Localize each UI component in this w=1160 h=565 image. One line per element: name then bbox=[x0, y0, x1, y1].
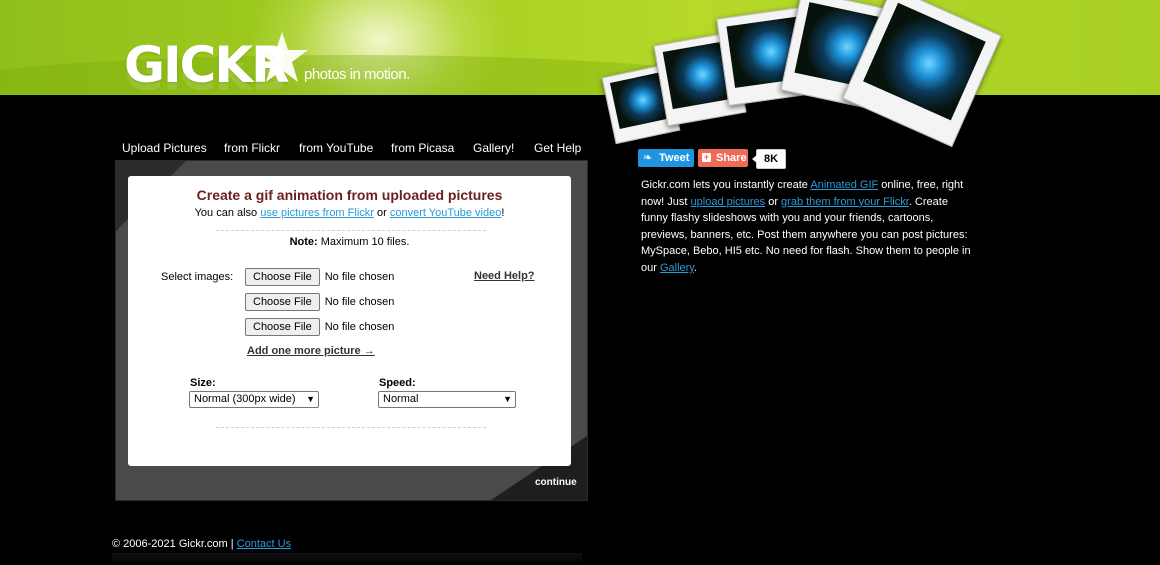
subtitle-text: You can also bbox=[194, 207, 261, 219]
divider bbox=[216, 427, 486, 428]
choose-file-button[interactable]: Choose File bbox=[245, 293, 320, 311]
tweet-label: Tweet bbox=[659, 152, 690, 164]
site-description: Gickr.com lets you instantly create Anim… bbox=[641, 177, 971, 277]
divider bbox=[216, 230, 486, 231]
desc-text: or bbox=[765, 195, 782, 208]
select-images-label: Select images: bbox=[161, 271, 234, 283]
animated-gif-link[interactable]: Animated GIF bbox=[810, 179, 878, 191]
file-status: No file chosen bbox=[324, 271, 395, 283]
twitter-icon: ❧ bbox=[643, 152, 653, 164]
file-input[interactable]: Choose File No file chosen bbox=[245, 293, 394, 311]
nav-get-help[interactable]: Get Help bbox=[534, 141, 581, 155]
continue-button[interactable]: continue bbox=[535, 477, 577, 488]
choose-file-button[interactable]: Choose File bbox=[245, 318, 320, 336]
plus-icon: + bbox=[702, 152, 711, 162]
upload-form: Create a gif animation from uploaded pic… bbox=[128, 176, 571, 466]
size-select[interactable]: Normal (300px wide) ▼ bbox=[189, 391, 319, 408]
share-count-badge: 8K bbox=[752, 149, 786, 169]
note-body: Maximum 10 files. bbox=[317, 236, 410, 248]
logo-reflection: GICKR bbox=[124, 63, 288, 95]
chevron-down-icon: ▼ bbox=[503, 394, 512, 404]
share-button[interactable]: + Share bbox=[698, 149, 748, 167]
subtitle-text: ! bbox=[501, 207, 505, 219]
speed-label: Speed: bbox=[379, 377, 416, 389]
logo-tagline: photos in motion. bbox=[304, 66, 410, 83]
desc-text: Gickr.com lets you instantly create bbox=[641, 179, 811, 191]
note-label: Note: bbox=[289, 236, 318, 248]
tweet-button[interactable]: ❧ Tweet bbox=[638, 149, 694, 167]
speed-select-value: Normal bbox=[383, 393, 419, 405]
size-label: Size: bbox=[190, 377, 216, 389]
add-more-picture-link[interactable]: Add one more picture → bbox=[247, 345, 375, 357]
chevron-down-icon: ▼ bbox=[306, 394, 315, 404]
flickr-link[interactable]: use pictures from Flickr bbox=[260, 207, 374, 219]
subtitle-text: or bbox=[373, 207, 390, 219]
nav-from-flickr[interactable]: from Flickr bbox=[224, 141, 280, 155]
upload-pictures-link[interactable]: upload pictures bbox=[691, 196, 766, 208]
nav-from-youtube[interactable]: from YouTube bbox=[299, 141, 373, 155]
gallery-link[interactable]: Gallery bbox=[660, 262, 694, 274]
desc-text: . bbox=[694, 261, 698, 274]
nav-from-picasa[interactable]: from Picasa bbox=[391, 141, 454, 155]
form-title: Create a gif animation from uploaded pic… bbox=[196, 187, 503, 203]
file-status: No file chosen bbox=[324, 321, 395, 333]
note-text: Note: Maximum 10 files. bbox=[128, 236, 571, 248]
choose-file-button[interactable]: Choose File bbox=[245, 268, 320, 286]
nav-upload-pictures[interactable]: Upload Pictures bbox=[122, 141, 207, 155]
form-subtitle: You can also use pictures from Flickr or… bbox=[128, 207, 571, 219]
contact-us-link[interactable]: Contact Us bbox=[237, 538, 291, 550]
speed-select[interactable]: Normal ▼ bbox=[378, 391, 516, 408]
footer: © 2006-2021 Gickr.com | Contact Us bbox=[112, 538, 291, 550]
file-status: No file chosen bbox=[324, 296, 395, 308]
file-input[interactable]: Choose File No file chosen bbox=[245, 268, 394, 286]
share-label: Share bbox=[716, 152, 747, 164]
copyright-text: © 2006-2021 Gickr.com | bbox=[112, 538, 237, 550]
youtube-link[interactable]: convert YouTube video bbox=[390, 207, 502, 219]
size-select-value: Normal (300px wide) bbox=[194, 393, 296, 405]
need-help-link[interactable]: Need Help? bbox=[474, 270, 535, 282]
footer-bar bbox=[112, 553, 582, 565]
flickr-grab-link[interactable]: grab them from your Flickr bbox=[781, 196, 909, 208]
nav-gallery[interactable]: Gallery! bbox=[473, 141, 514, 155]
file-input[interactable]: Choose File No file chosen bbox=[245, 318, 394, 336]
